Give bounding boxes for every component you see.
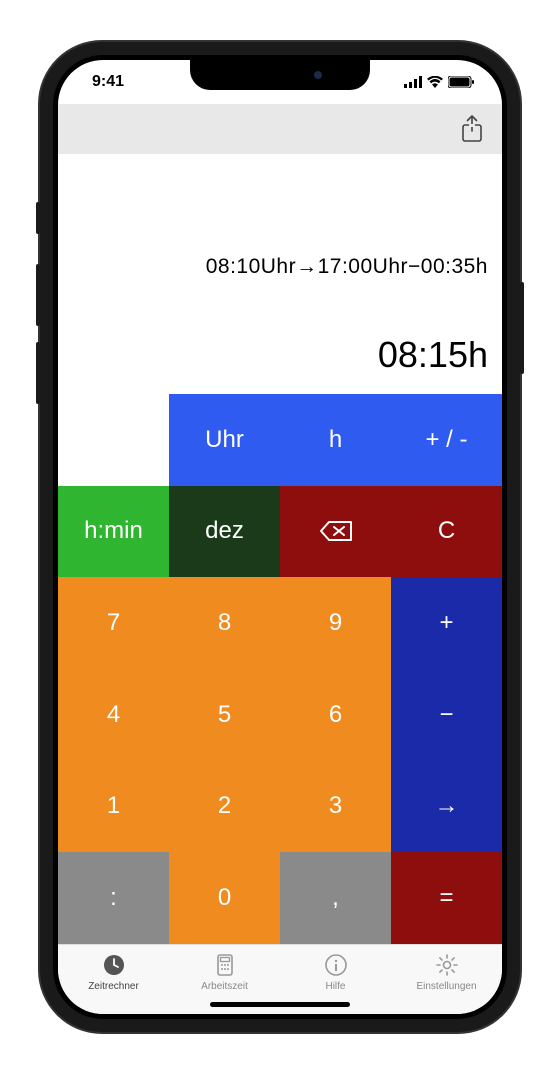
key-6[interactable]: 6 <box>280 669 391 761</box>
side-button <box>36 264 40 326</box>
key-clear[interactable]: C <box>391 486 502 578</box>
share-button[interactable] <box>458 113 486 145</box>
key-h[interactable]: h <box>280 394 391 486</box>
tab-label: Einstellungen <box>416 981 476 992</box>
key-equals[interactable]: = <box>391 852 502 944</box>
expression-text: 08:10Uhr→17:00Uhr−00:35h <box>206 255 488 279</box>
key-comma[interactable]: , <box>280 852 391 944</box>
tab-einstellungen[interactable]: Einstellungen <box>391 952 502 992</box>
key-minus[interactable]: − <box>391 669 502 761</box>
key-colon[interactable]: : <box>58 852 169 944</box>
battery-icon <box>448 76 474 88</box>
gear-icon <box>434 952 460 978</box>
clock-icon <box>101 952 127 978</box>
key-4[interactable]: 4 <box>58 669 169 761</box>
notch <box>190 60 370 90</box>
tab-label: Arbeitszeit <box>201 981 248 992</box>
key-empty <box>58 394 169 486</box>
key-5[interactable]: 5 <box>169 669 280 761</box>
key-2[interactable]: 2 <box>169 761 280 853</box>
tab-arbeitszeit[interactable]: Arbeitszeit <box>169 952 280 992</box>
side-button <box>520 282 524 374</box>
key-0[interactable]: 0 <box>169 852 280 944</box>
nav-bar <box>58 104 502 154</box>
key-plus[interactable]: + <box>391 577 502 669</box>
tab-hilfe[interactable]: Hilfe <box>280 952 391 992</box>
key-dez[interactable]: dez <box>169 486 280 578</box>
key-1[interactable]: 1 <box>58 761 169 853</box>
key-arrow[interactable]: → <box>391 761 502 853</box>
key-3[interactable]: 3 <box>280 761 391 853</box>
key-8[interactable]: 8 <box>169 577 280 669</box>
key-plusminus[interactable]: + / - <box>391 394 502 486</box>
calculator-icon <box>212 952 238 978</box>
key-hmin[interactable]: h:min <box>58 486 169 578</box>
key-7[interactable]: 7 <box>58 577 169 669</box>
result-text: 08:15h <box>378 334 488 376</box>
display-area: 08:10Uhr→17:00Uhr−00:35h 08:15h <box>58 154 502 394</box>
backspace-icon <box>319 519 353 543</box>
wifi-icon <box>427 76 443 88</box>
phone-frame: 9:41 08:10Uhr→17:00Uhr−00:35h <box>40 42 520 1032</box>
status-time: 9:41 <box>92 73 124 91</box>
home-indicator[interactable] <box>210 1002 350 1007</box>
key-backspace[interactable] <box>280 486 391 578</box>
cellular-icon <box>404 76 422 88</box>
tab-label: Hilfe <box>325 981 345 992</box>
key-9[interactable]: 9 <box>280 577 391 669</box>
tab-label: Zeitrechner <box>88 981 139 992</box>
side-button <box>36 202 40 234</box>
share-icon <box>461 115 483 143</box>
tab-zeitrechner[interactable]: Zeitrechner <box>58 952 169 992</box>
key-uhr[interactable]: Uhr <box>169 394 280 486</box>
info-icon <box>323 952 349 978</box>
side-button <box>36 342 40 404</box>
status-icons <box>404 76 474 88</box>
keypad: Uhr h + / - h:min dez C 7 8 9 + 4 5 <box>58 394 502 944</box>
